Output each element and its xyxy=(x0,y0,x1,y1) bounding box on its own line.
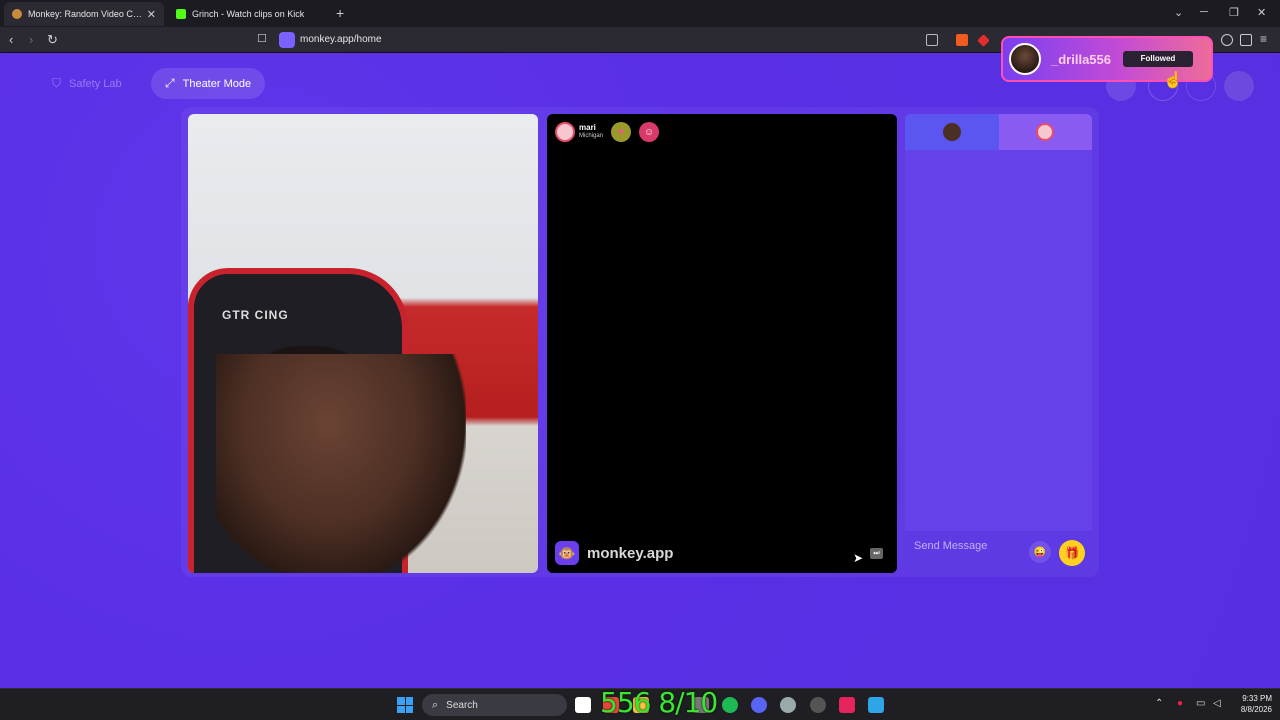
close-window-icon[interactable]: ✕ xyxy=(1257,6,1266,19)
heart-icon[interactable]: ♥ xyxy=(611,122,632,142)
menu-icon[interactable]: ≡ xyxy=(1260,32,1267,46)
cast-icon[interactable] xyxy=(926,34,938,46)
search-label: Search xyxy=(446,699,478,711)
back-icon[interactable]: ‹ xyxy=(9,32,13,47)
mouse-cursor-icon: ➤ xyxy=(853,551,864,565)
forward-icon[interactable]: › xyxy=(29,32,33,47)
profile-avatar[interactable] xyxy=(1224,71,1254,101)
monkey-logo-icon: 🐵 xyxy=(555,541,579,565)
chair-logo-text: GTR CING xyxy=(222,308,289,322)
theater-mode-label: Theater Mode xyxy=(182,77,252,90)
maximize-icon[interactable]: ❐ xyxy=(1229,6,1239,19)
leo-icon[interactable] xyxy=(1221,34,1233,46)
close-tab-icon[interactable]: ✕ xyxy=(147,8,156,21)
search-icon: ⌕ xyxy=(432,698,439,711)
followed-button[interactable]: Followed xyxy=(1123,51,1193,67)
tab-title: Grinch - Watch clips on Kick xyxy=(192,9,305,19)
peer-location: Michigan xyxy=(579,133,604,139)
taskbar: ⌕ Search 556 8/10 ⌃ ● ▭ ◁ 9:33 PM 8/8/20… xyxy=(0,686,1280,720)
windows-start-icon[interactable] xyxy=(397,697,413,713)
brand-text: monkey.app xyxy=(587,544,674,562)
peer-avatar[interactable] xyxy=(555,122,575,142)
self-camera-feed: GTR CING xyxy=(188,114,538,573)
tray-chevron-icon[interactable]: ⌃ xyxy=(1155,698,1163,709)
follower-avatar xyxy=(1009,43,1041,75)
microphone-icon[interactable]: ● xyxy=(1177,698,1183,709)
app-icon[interactable] xyxy=(868,697,884,713)
peer-chat-avatar xyxy=(1036,123,1055,141)
youtube-icon[interactable] xyxy=(575,697,591,713)
safety-lab-label: Safety Lab xyxy=(69,77,122,90)
tab-monkey[interactable]: Monkey: Random Video Chat ✕ xyxy=(4,2,164,26)
emoji-button[interactable]: 😜 xyxy=(1029,541,1051,563)
new-tab-button[interactable]: + xyxy=(336,5,344,21)
vpn-icon[interactable] xyxy=(1240,34,1252,46)
settings-gear-icon[interactable] xyxy=(780,697,796,713)
system-clock[interactable]: 9:33 PM 8/8/2026 xyxy=(1228,693,1272,715)
bookmark-icon[interactable]: ☐ xyxy=(257,32,267,45)
shield-icon: ⛉ xyxy=(52,76,62,90)
chat-panel: Send Message 😜 🎁 xyxy=(905,114,1092,573)
user-image xyxy=(216,354,466,573)
self-avatar xyxy=(942,123,961,141)
app-icon[interactable] xyxy=(810,697,826,713)
spotify-icon[interactable] xyxy=(722,697,738,713)
url-bar[interactable]: monkey.app/home xyxy=(300,34,382,45)
chat-participants xyxy=(905,114,1092,150)
taskbar-search[interactable]: ⌕ Search xyxy=(422,694,567,716)
network-icon[interactable]: ▭ xyxy=(1196,698,1205,709)
minimize-icon[interactable]: ─ xyxy=(1200,6,1208,18)
reload-icon[interactable]: ↻ xyxy=(47,32,58,48)
peer-name: mari xyxy=(579,123,596,132)
brave-shield-icon[interactable] xyxy=(956,34,968,46)
volume-icon[interactable]: ◁ xyxy=(1213,698,1221,709)
tiktok-icon[interactable] xyxy=(839,697,855,713)
clock-date: 8/8/2026 xyxy=(1240,705,1272,714)
site-icon xyxy=(279,32,295,48)
clock-time: 9:33 PM xyxy=(1242,694,1272,703)
kick-favicon-icon xyxy=(176,9,186,19)
tab-title: Monkey: Random Video Chat xyxy=(28,9,143,19)
expand-icon: ⤢ xyxy=(165,76,175,90)
monkey-favicon-icon xyxy=(12,9,22,19)
participant-self[interactable] xyxy=(905,114,999,150)
safety-lab-button[interactable]: ⛉ Safety Lab xyxy=(38,68,136,99)
gift-button[interactable]: 🎁 xyxy=(1059,540,1085,566)
monkey-brand-watermark: 🐵 monkey.app xyxy=(555,541,673,565)
send-message-input[interactable]: Send Message xyxy=(914,540,987,552)
tab-list-chevron-icon[interactable]: ⌄ xyxy=(1174,6,1183,19)
discord-icon[interactable] xyxy=(751,697,767,713)
chat-input-bar: Send Message 😜 🎁 xyxy=(905,531,1092,573)
hand-cursor-icon: ☝ xyxy=(1163,72,1183,89)
participant-peer[interactable] xyxy=(998,114,1092,150)
stream-counter-overlay: 556 8/10 xyxy=(600,686,718,719)
peer-info: mari Michigan ♥ ☺ xyxy=(555,122,660,142)
follower-username: _drilla556 xyxy=(1051,51,1111,67)
theater-mode-button[interactable]: ⤢ Theater Mode xyxy=(151,68,266,99)
girl-badge-icon[interactable]: ☺ xyxy=(639,122,660,142)
tab-kick[interactable]: Grinch - Watch clips on Kick xyxy=(168,2,328,26)
rewards-icon[interactable] xyxy=(977,34,990,47)
browser-tab-strip: Monkey: Random Video Chat ✕ Grinch - Wat… xyxy=(0,0,1280,27)
remote-video-feed: mari Michigan ♥ ☺ 🐵 monkey.app ➤ ⏭ xyxy=(547,114,897,573)
skip-button[interactable]: ⏭ xyxy=(870,548,883,559)
